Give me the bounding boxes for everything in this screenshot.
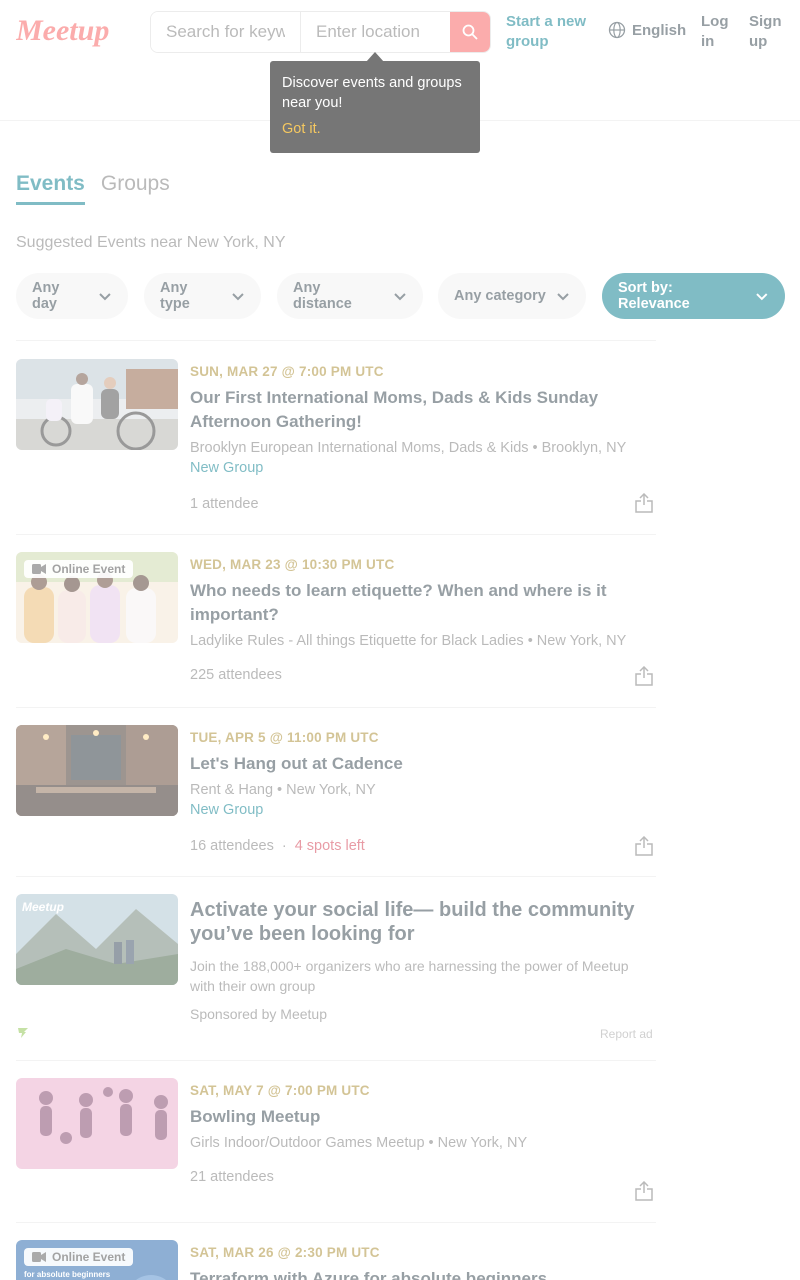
ad-sponsor: Sponsored by Meetup bbox=[190, 1006, 327, 1022]
search-tabs: Events Groups bbox=[16, 172, 170, 205]
event-title[interactable]: Bowling Meetup bbox=[190, 1105, 660, 1129]
search-input[interactable] bbox=[151, 12, 301, 52]
event-card[interactable]: Online Event WED, MAR 23 @ 10:30 PM UTC … bbox=[16, 534, 656, 707]
language-selector[interactable]: English bbox=[608, 21, 686, 39]
sort-dropdown[interactable]: Sort by: Relevance bbox=[602, 273, 785, 319]
event-date: SUN, MAR 27 @ 7:00 PM UTC bbox=[190, 364, 384, 379]
event-date: TUE, APR 5 @ 11:00 PM UTC bbox=[190, 730, 379, 745]
chevron-down-icon bbox=[232, 293, 244, 301]
filter-category[interactable]: Any category bbox=[438, 273, 586, 319]
event-card[interactable]: TUE, APR 5 @ 11:00 PM UTC Let's Hang out… bbox=[16, 707, 656, 876]
video-camera-icon bbox=[32, 1252, 46, 1262]
thumbnail-caption: for absolute beginners bbox=[24, 1270, 111, 1279]
popover-text: Discover events and groups near you! bbox=[282, 75, 462, 111]
separator-dot: · bbox=[281, 838, 287, 854]
video-camera-icon bbox=[32, 564, 46, 574]
tab-events[interactable]: Events bbox=[16, 172, 85, 205]
discover-popover: Discover events and groups near you! Got… bbox=[270, 61, 480, 153]
search-button[interactable] bbox=[450, 12, 490, 52]
online-event-badge: Online Event bbox=[24, 560, 134, 578]
location-input[interactable] bbox=[301, 12, 450, 52]
login-link[interactable]: Log in bbox=[701, 12, 737, 52]
ad-thumbnail[interactable]: Meetup bbox=[16, 894, 178, 985]
event-thumbnail[interactable]: Online Event for absolute beginners bbox=[16, 1240, 178, 1280]
filter-day-label: Any day bbox=[32, 280, 60, 312]
share-icon[interactable] bbox=[635, 1181, 653, 1201]
online-event-badge: Online Event bbox=[24, 1248, 134, 1266]
new-group-label: New Group bbox=[190, 802, 264, 818]
search-bar bbox=[150, 11, 491, 53]
svg-text:Meetup: Meetup bbox=[16, 14, 109, 47]
tab-groups[interactable]: Groups bbox=[101, 172, 170, 205]
ad-body: Join the 188,000+ organizers who are har… bbox=[190, 958, 629, 994]
event-thumbnail[interactable] bbox=[16, 1078, 178, 1169]
event-group: Ladylike Rules - All things Etiquette fo… bbox=[190, 633, 627, 649]
ad-thumbnail-logo: Meetup bbox=[22, 900, 64, 914]
report-ad-link[interactable]: Report ad bbox=[600, 1027, 653, 1041]
sort-label: Sort by: Relevance bbox=[618, 280, 690, 312]
share-icon[interactable] bbox=[635, 493, 653, 513]
signup-link[interactable]: Sign up bbox=[749, 12, 789, 52]
event-group: Rent & Hang • New York, NY bbox=[190, 782, 376, 798]
ad-info-icon[interactable] bbox=[18, 1028, 28, 1038]
event-date: SAT, MAY 7 @ 7:00 PM UTC bbox=[190, 1083, 370, 1098]
attendee-count-text: 1 attendee bbox=[190, 496, 259, 512]
event-card[interactable]: SUN, MAR 27 @ 7:00 PM UTC Our First Inte… bbox=[16, 340, 656, 534]
event-card[interactable]: SAT, MAY 7 @ 7:00 PM UTC Bowling Meetup … bbox=[16, 1060, 656, 1222]
event-thumbnail[interactable] bbox=[16, 359, 178, 450]
filter-day[interactable]: Any day bbox=[16, 273, 128, 319]
new-group-label: New Group bbox=[190, 460, 264, 476]
share-icon[interactable] bbox=[635, 836, 653, 856]
event-date: SAT, MAR 26 @ 2:30 PM UTC bbox=[190, 1245, 380, 1260]
sponsored-ad[interactable]: Meetup Activate your social life— build … bbox=[16, 876, 656, 1060]
event-group: Girls Indoor/Outdoor Games Meetup • New … bbox=[190, 1135, 528, 1151]
attendee-count-text: 16 attendees bbox=[190, 838, 274, 854]
filter-type[interactable]: Any type bbox=[144, 273, 261, 319]
chevron-down-icon bbox=[394, 293, 406, 301]
search-icon bbox=[462, 24, 478, 40]
filter-type-label: Any type bbox=[160, 280, 190, 312]
ad-title[interactable]: Activate your social life— build the com… bbox=[190, 898, 660, 946]
event-card[interactable]: Online Event for absolute beginners SAT,… bbox=[16, 1222, 656, 1280]
chevron-down-icon bbox=[99, 293, 111, 301]
language-label: English bbox=[632, 21, 687, 39]
filter-category-label: Any category bbox=[454, 288, 546, 304]
attendee-count: 1 attendee bbox=[190, 496, 259, 512]
attendee-count: 21 attendees bbox=[190, 1169, 274, 1185]
start-group-link[interactable]: Start a new group bbox=[506, 12, 596, 52]
attendee-count-text: 21 attendees bbox=[190, 1169, 274, 1185]
chevron-down-icon bbox=[756, 293, 768, 301]
attendee-count: 225 attendees bbox=[190, 667, 282, 683]
meetup-logo[interactable]: Meetup bbox=[16, 14, 112, 50]
event-thumbnail[interactable]: Online Event bbox=[16, 552, 178, 643]
share-icon[interactable] bbox=[635, 666, 653, 686]
chevron-down-icon bbox=[557, 293, 569, 301]
results-subtitle: Suggested Events near New York, NY bbox=[16, 234, 286, 251]
globe-icon bbox=[608, 21, 626, 39]
filter-distance-label: Any distance bbox=[293, 280, 352, 312]
spots-left: 4 spots left bbox=[294, 838, 365, 854]
filter-distance[interactable]: Any distance bbox=[277, 273, 423, 319]
event-thumbnail[interactable] bbox=[16, 725, 178, 816]
event-title[interactable]: Let's Hang out at Cadence bbox=[190, 752, 660, 776]
got-it-button[interactable]: Got it. bbox=[282, 121, 468, 137]
event-title[interactable]: Our First International Moms, Dads & Kid… bbox=[190, 386, 660, 434]
event-group: Brooklyn European International Moms, Da… bbox=[190, 440, 627, 456]
event-title[interactable]: Terraform with Azure for absolute beginn… bbox=[190, 1267, 660, 1280]
event-title[interactable]: Who needs to learn etiquette? When and w… bbox=[190, 579, 660, 627]
attendee-count: 16 attendees · 4 spots left bbox=[190, 838, 365, 854]
event-date: WED, MAR 23 @ 10:30 PM UTC bbox=[190, 557, 395, 572]
attendee-count-text: 225 attendees bbox=[190, 667, 282, 683]
online-event-label: Online Event bbox=[52, 562, 126, 576]
online-event-label: Online Event bbox=[52, 1250, 126, 1264]
